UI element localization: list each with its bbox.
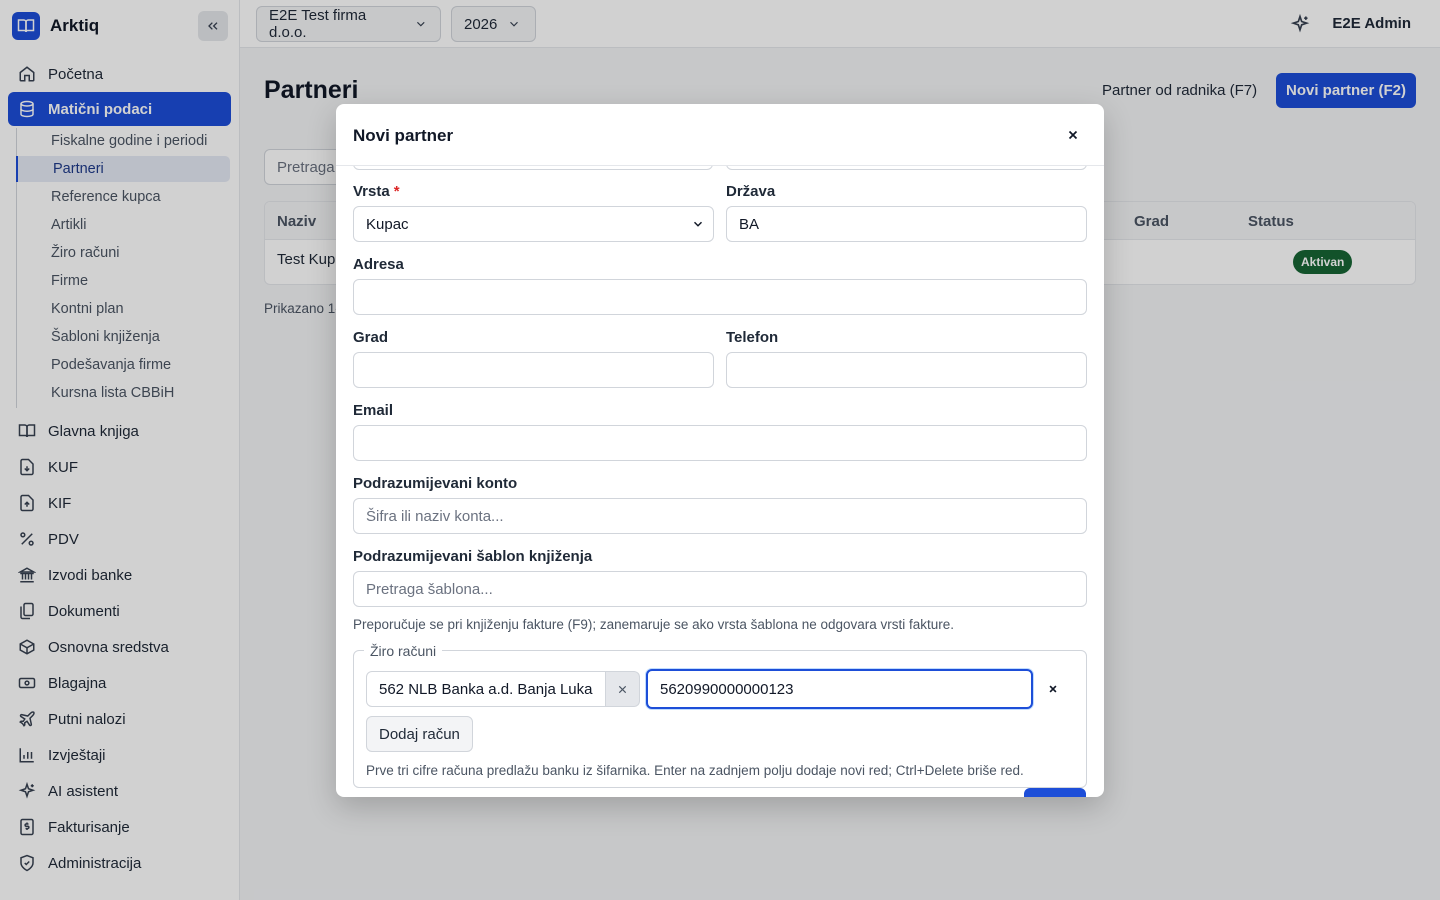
default-account-input[interactable]: Šifra ili naziv konta... — [353, 498, 1087, 534]
add-account-button[interactable]: Dodaj račun — [366, 716, 473, 752]
city-input[interactable] — [353, 352, 714, 388]
email-label: Email — [353, 402, 394, 419]
default-template-placeholder: Pretraga šablona... — [366, 580, 493, 598]
scrolled-field-left[interactable] — [353, 166, 713, 170]
bank-select[interactable]: 562 NLB Banka a.d. Banja Luka — [366, 671, 606, 707]
city-label: Grad — [353, 329, 389, 346]
bank-accounts-hint: Prve tri cifre računa predlažu banku iz … — [366, 763, 1024, 778]
phone-label: Telefon — [726, 329, 779, 346]
default-template-label: Podrazumijevani šablon knjiženja — [353, 548, 593, 565]
default-account-label: Podrazumijevani konto — [353, 475, 518, 492]
submit-button[interactable] — [1024, 788, 1086, 797]
default-template-input[interactable]: Pretraga šablona... — [353, 571, 1087, 607]
required-marker: * — [393, 183, 400, 200]
close-icon — [1049, 685, 1057, 693]
country-input-value: BA — [739, 215, 760, 233]
modal-close-button[interactable] — [1064, 126, 1082, 144]
address-input[interactable] — [353, 279, 1087, 315]
bank-clear-button[interactable] — [606, 671, 640, 707]
modal-header: Novi partner — [336, 104, 1104, 166]
account-number-value: 5620990000000123 — [660, 680, 794, 698]
chevron-down-icon — [693, 221, 703, 227]
close-icon — [618, 685, 627, 693]
type-label-text: Vrsta — [353, 183, 390, 200]
type-label: Vrsta * — [353, 183, 400, 200]
bank-select-value: 562 NLB Banka a.d. Banja Luka — [379, 680, 593, 698]
type-select[interactable]: Kupac — [353, 206, 714, 242]
modal-title: Novi partner — [353, 126, 454, 145]
account-number-input[interactable]: 5620990000000123 — [646, 669, 1033, 709]
new-partner-modal: Novi partner Vrsta * Kupac Država BA Adre… — [336, 104, 1104, 797]
modal-body: Vrsta * Kupac Država BA Adresa Grad Telef… — [336, 166, 1104, 797]
template-hint: Preporučuje se pri knjiženju fakture (F9… — [353, 617, 955, 632]
country-label: Država — [726, 183, 776, 200]
scrolled-field-right[interactable] — [726, 166, 1087, 170]
country-input[interactable]: BA — [726, 206, 1087, 242]
default-account-placeholder: Šifra ili naziv konta... — [366, 507, 504, 525]
type-select-value: Kupac — [366, 215, 409, 233]
email-input[interactable] — [353, 425, 1087, 461]
remove-account-row-button[interactable] — [1048, 681, 1058, 699]
bank-accounts-legend: Žiro računi — [364, 643, 443, 659]
address-label: Adresa — [353, 256, 404, 273]
phone-input[interactable] — [726, 352, 1087, 388]
close-icon — [1068, 130, 1078, 140]
